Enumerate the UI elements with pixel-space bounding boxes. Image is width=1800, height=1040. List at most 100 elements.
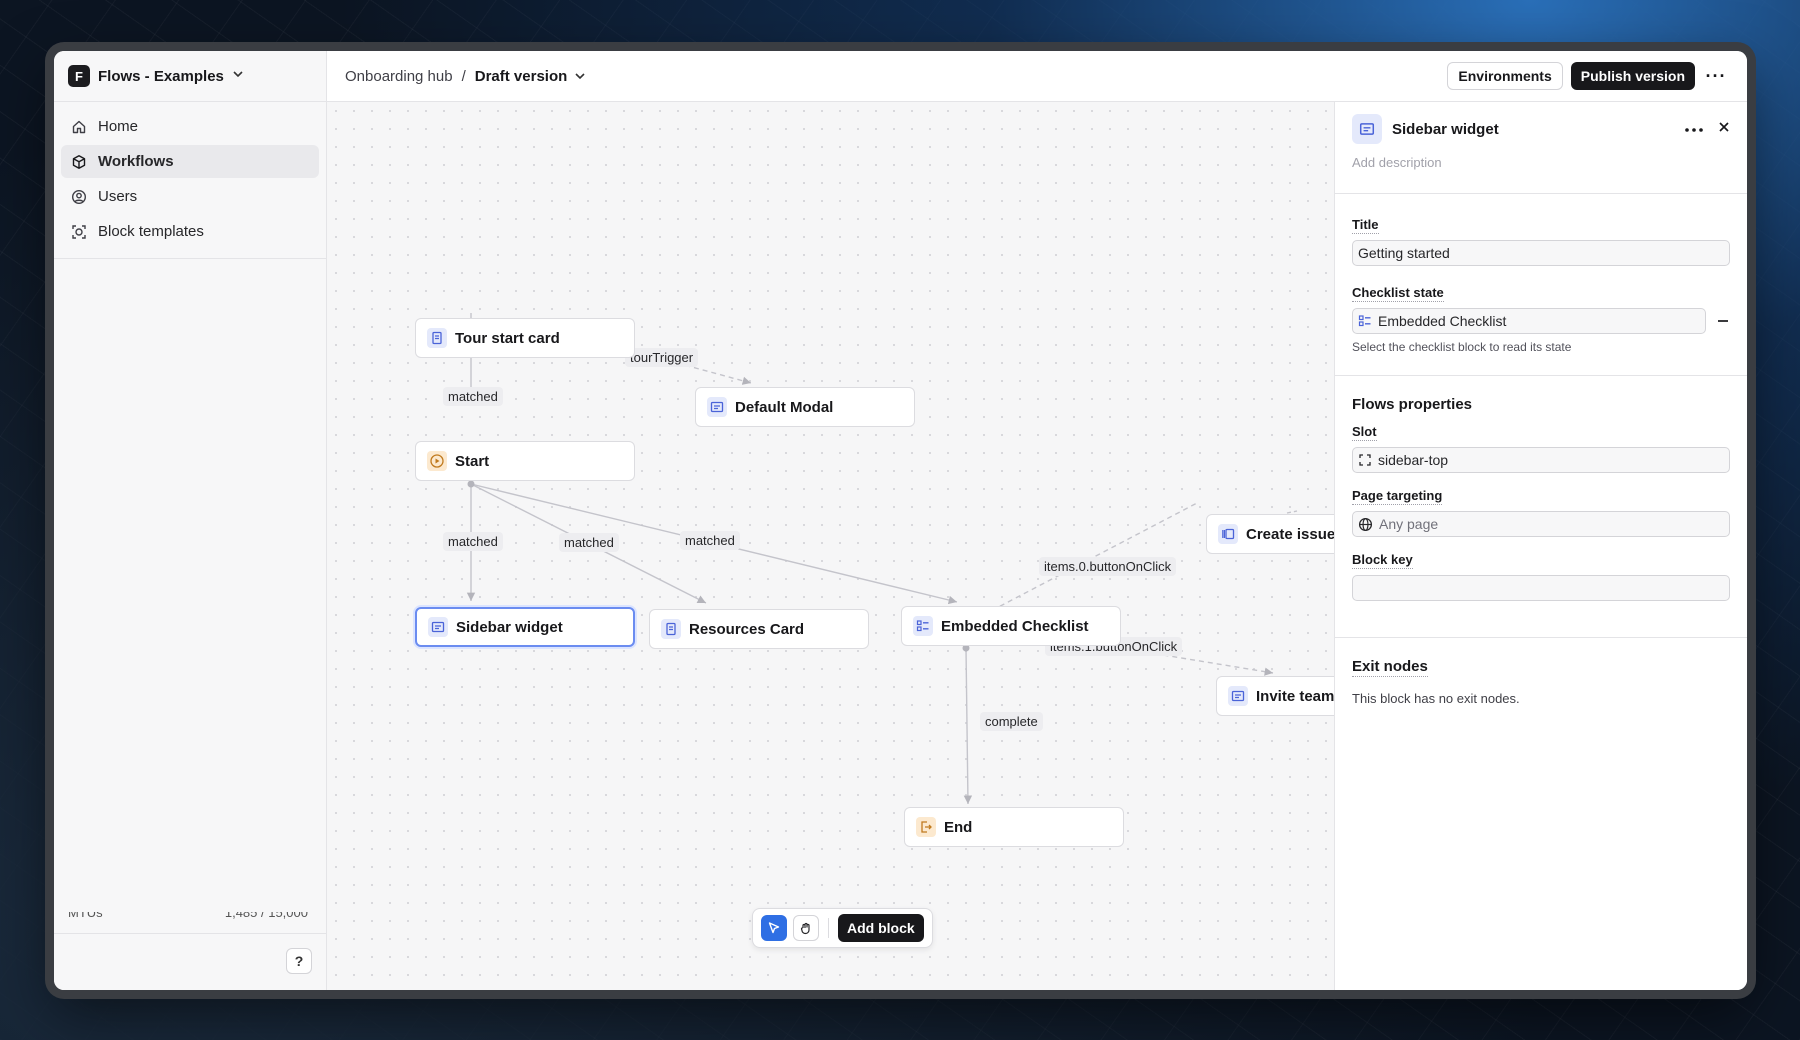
home-icon bbox=[70, 118, 88, 136]
tour-icon bbox=[1218, 524, 1238, 544]
flows-properties-heading: Flows properties bbox=[1352, 396, 1473, 413]
globe-icon bbox=[1358, 517, 1373, 532]
checklist-icon bbox=[913, 616, 933, 636]
add-block-button[interactable]: Add block bbox=[838, 914, 924, 942]
node-start[interactable]: Start bbox=[415, 441, 635, 481]
edge-label-items0[interactable]: items.0.buttonOnClick bbox=[1039, 557, 1177, 576]
slot-field[interactable]: sidebar-top bbox=[1352, 447, 1730, 473]
title-field[interactable]: Getting started bbox=[1352, 240, 1730, 266]
version-selector[interactable]: Draft version bbox=[475, 68, 568, 85]
modal-icon bbox=[1352, 114, 1382, 144]
node-label: Embedded Checklist bbox=[941, 617, 1089, 635]
node-default-modal[interactable]: Default Modal bbox=[695, 387, 915, 427]
checklist-state-label: Checklist state bbox=[1352, 285, 1444, 302]
page-targeting-value: Any page bbox=[1379, 516, 1439, 532]
canvas-toolbar: Add block bbox=[752, 908, 933, 948]
sidebar-item-label: Block templates bbox=[98, 223, 204, 240]
card-icon bbox=[661, 619, 681, 639]
node-embedded-checklist[interactable]: Embedded Checklist bbox=[901, 606, 1121, 646]
description-input[interactable]: Add description bbox=[1352, 155, 1730, 170]
title-label: Title bbox=[1352, 217, 1379, 234]
node-label: Start bbox=[455, 452, 490, 470]
edge-label-tour-trigger[interactable]: tourTrigger bbox=[625, 348, 699, 367]
checklist-help-text: Select the checklist block to read its s… bbox=[1352, 340, 1572, 354]
panel-title[interactable]: Sidebar widget bbox=[1392, 121, 1499, 138]
org-switcher[interactable]: F Flows - Examples bbox=[54, 51, 326, 102]
mtu-usage: MTUs 1,485 / 15,000 bbox=[68, 912, 308, 920]
org-logo: F bbox=[68, 65, 90, 87]
environments-button[interactable]: Environments bbox=[1447, 62, 1563, 90]
checklist-icon bbox=[1358, 314, 1372, 328]
modal-icon bbox=[428, 617, 448, 637]
block-key-field[interactable] bbox=[1352, 575, 1730, 601]
select-tool-icon[interactable] bbox=[761, 915, 787, 941]
checklist-state-value: Embedded Checklist bbox=[1378, 313, 1507, 329]
sidebar-item-users[interactable]: Users bbox=[61, 180, 319, 213]
modal-icon bbox=[1228, 686, 1248, 706]
edge bbox=[1286, 510, 1298, 514]
sidebar-footer: ? bbox=[54, 933, 326, 990]
slot-icon bbox=[1358, 453, 1372, 467]
edge-label-matched[interactable]: matched bbox=[680, 531, 740, 550]
topbar: Onboarding hub / Draft version Environme… bbox=[327, 51, 1747, 102]
mtu-label: MTUs bbox=[68, 912, 103, 920]
edge-label-complete[interactable]: complete bbox=[980, 712, 1043, 731]
block-fields-section: Title Getting started Checklist state Em… bbox=[1335, 194, 1747, 376]
sidebar-item-label: Home bbox=[98, 118, 139, 135]
exit-nodes-section: Exit nodes This block has no exit nodes. bbox=[1335, 638, 1747, 706]
user-circle-icon bbox=[70, 188, 88, 206]
node-create-issue-tour[interactable]: Create issue tour bbox=[1206, 514, 1334, 554]
slot-label: Slot bbox=[1352, 424, 1377, 441]
node-invite-team-members[interactable]: Invite team members bbox=[1216, 676, 1334, 716]
card-icon bbox=[427, 328, 447, 348]
edge-label-matched[interactable]: matched bbox=[443, 387, 503, 406]
page-targeting-label: Page targeting bbox=[1352, 488, 1443, 505]
sidebar-item-block-templates[interactable]: Block templates bbox=[61, 215, 319, 248]
mtu-value: 1,485 / 15,000 bbox=[224, 912, 308, 920]
node-tour-start-card[interactable]: Tour start card bbox=[415, 318, 635, 358]
edge-handle bbox=[467, 480, 475, 488]
sidebar-item-home[interactable]: Home bbox=[61, 110, 319, 143]
slot-value: sidebar-top bbox=[1378, 452, 1449, 468]
toolbar-divider bbox=[828, 918, 829, 938]
more-menu-button[interactable]: ··· bbox=[1703, 66, 1729, 87]
sidebar-item-label: Workflows bbox=[98, 153, 174, 170]
modal-icon bbox=[707, 397, 727, 417]
exit-nodes-empty-text: This block has no exit nodes. bbox=[1352, 691, 1520, 706]
node-label: Resources Card bbox=[689, 620, 805, 638]
node-resources-card[interactable]: Resources Card bbox=[649, 609, 869, 649]
sidebar-item-label: Users bbox=[98, 188, 138, 205]
hand-tool-icon[interactable] bbox=[793, 915, 819, 941]
block-properties-panel: Sidebar widget Add description Title Get… bbox=[1334, 102, 1747, 990]
top-actions: Environments Publish version ··· bbox=[1447, 62, 1729, 90]
cube-icon bbox=[70, 153, 88, 171]
play-icon bbox=[427, 451, 447, 471]
block-key-label: Block key bbox=[1352, 552, 1413, 569]
sidebar: F Flows - Examples Home Workflows Users … bbox=[54, 51, 327, 990]
sidebar-nav: Home Workflows Users Block templates bbox=[54, 102, 326, 259]
more-icon[interactable] bbox=[1684, 120, 1704, 138]
page-targeting-field[interactable]: Any page bbox=[1352, 511, 1730, 537]
chevron-down-icon[interactable] bbox=[574, 70, 586, 82]
checklist-state-select[interactable]: Embedded Checklist bbox=[1352, 308, 1706, 334]
sidebar-item-workflows[interactable]: Workflows bbox=[61, 145, 319, 178]
org-name: Flows - Examples bbox=[98, 67, 224, 85]
breadcrumb-separator: / bbox=[461, 67, 466, 85]
node-sidebar-widget[interactable]: Sidebar widget bbox=[415, 607, 635, 647]
breadcrumb-parent[interactable]: Onboarding hub bbox=[345, 68, 453, 85]
node-end[interactable]: End bbox=[904, 807, 1124, 847]
close-icon[interactable] bbox=[1718, 120, 1730, 138]
edge-label-matched[interactable]: matched bbox=[443, 532, 503, 551]
remove-icon[interactable] bbox=[1716, 314, 1730, 328]
title-value: Getting started bbox=[1358, 245, 1450, 261]
publish-version-button[interactable]: Publish version bbox=[1570, 62, 1695, 90]
workflow-canvas[interactable]: tourTrigger matched matched matched matc… bbox=[327, 102, 1334, 990]
flows-properties-section: Flows properties Slot sidebar-top Page t… bbox=[1335, 376, 1747, 638]
exit-icon bbox=[916, 817, 936, 837]
edge bbox=[963, 647, 973, 805]
app-window: F Flows - Examples Home Workflows Users … bbox=[54, 51, 1747, 990]
node-label: Create issue tour bbox=[1246, 525, 1334, 543]
node-label: Invite team members bbox=[1256, 687, 1334, 705]
edge-label-matched[interactable]: matched bbox=[559, 533, 619, 552]
help-button[interactable]: ? bbox=[286, 948, 312, 974]
